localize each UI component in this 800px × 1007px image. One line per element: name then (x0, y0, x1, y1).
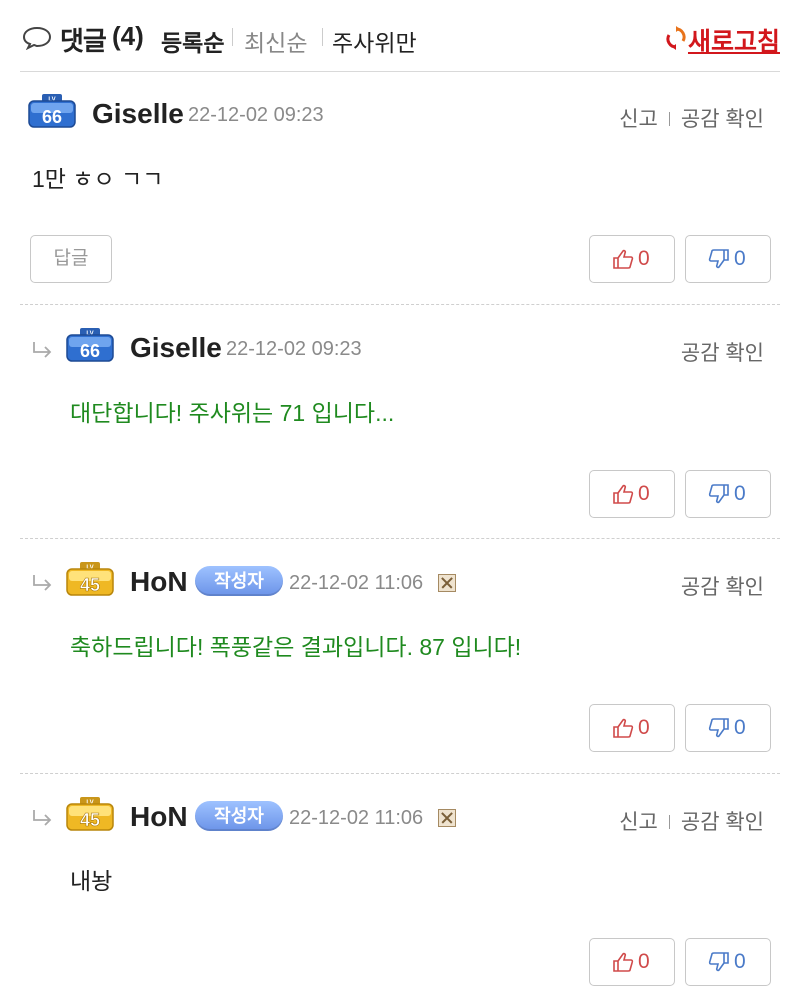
dislike-button[interactable]: 0 (685, 235, 771, 283)
thumbs-up-icon (613, 718, 634, 738)
comment-count: (4) (112, 21, 144, 51)
comment-author[interactable]: Giselle (130, 332, 222, 364)
reply-arrow-icon (33, 575, 52, 591)
comment-text: 대단합니다! 주사위는 71 입니다... (70, 400, 395, 426)
thumbs-up-icon (613, 952, 634, 972)
thumbs-up-icon (613, 484, 634, 504)
reply-item: LV 45 HoN 작성자 22-12-02 11:06 공감 확인 축하드립니… (20, 539, 780, 774)
sort-dice-only[interactable]: 주사위만 (332, 24, 417, 58)
thumbs-down-icon (708, 484, 729, 504)
like-button[interactable]: 0 (589, 938, 675, 986)
svg-text:45: 45 (80, 575, 100, 595)
sort-divider (322, 28, 323, 46)
refresh-icon[interactable] (666, 26, 686, 50)
comment-date: 22-12-02 09:23 (188, 104, 324, 126)
reply-arrow-icon (33, 810, 52, 826)
sort-by-latest[interactable]: 최신순 (244, 24, 307, 58)
empathy-check-link[interactable]: 공감 확인 (681, 108, 764, 131)
reply-item: LV 66 Giselle 22-12-02 09:23 공감 확인 대단합니다… (20, 305, 780, 539)
like-count: 0 (638, 716, 650, 739)
comment-header: 댓글 (4) 등록순 최신순 주사위만 새로고침 (20, 0, 780, 72)
reply-item: LV 45 HoN 작성자 22-12-02 11:06 신고 공감 확인 내놩 … (20, 774, 780, 1007)
comment-date: 22-12-02 11:06 (289, 807, 424, 829)
sort-by-registered[interactable]: 등록순 (161, 24, 224, 58)
delete-icon[interactable] (438, 809, 456, 827)
comment-actions: 공감 확인 (681, 571, 764, 601)
dislike-count: 0 (734, 482, 746, 505)
level-badge-icon: LV 45 (66, 562, 114, 596)
thumbs-down-icon (708, 952, 729, 972)
reply-button[interactable]: 답글 (30, 235, 112, 283)
thumbs-up-icon (613, 249, 634, 269)
svg-text:66: 66 (42, 107, 62, 127)
like-button[interactable]: 0 (589, 235, 675, 283)
comment-date: 22-12-02 11:06 (289, 572, 424, 594)
report-link[interactable]: 신고 (619, 108, 658, 131)
comment-date: 22-12-02 09:23 (226, 338, 362, 360)
speech-bubble-icon (22, 26, 52, 50)
empathy-check-link[interactable]: 공감 확인 (681, 576, 764, 599)
comment-text: 축하드립니다! 폭풍같은 결과입니다. 87 입니다! (70, 634, 522, 660)
empathy-check-link[interactable]: 공감 확인 (681, 811, 764, 834)
comment-actions: 신고 공감 확인 (619, 806, 764, 836)
dislike-count: 0 (734, 950, 746, 973)
thumbs-down-icon (708, 718, 729, 738)
comment-title: 댓글 (60, 26, 107, 56)
divider (668, 815, 670, 829)
svg-text:45: 45 (80, 810, 100, 830)
empathy-check-link[interactable]: 공감 확인 (681, 342, 764, 365)
thumbs-down-icon (708, 249, 729, 269)
refresh-button[interactable]: 새로고침 (688, 22, 780, 58)
dislike-count: 0 (734, 247, 746, 270)
level-badge-icon: LV 66 (28, 94, 76, 128)
divider (668, 112, 670, 126)
comment-author[interactable]: HoN (130, 566, 188, 598)
dislike-count: 0 (734, 716, 746, 739)
comment-author[interactable]: HoN (130, 801, 188, 833)
comment-text: 내놩 (70, 868, 113, 894)
svg-text:66: 66 (80, 341, 100, 361)
dislike-button[interactable]: 0 (685, 470, 771, 518)
dislike-button[interactable]: 0 (685, 704, 771, 752)
like-count: 0 (638, 247, 650, 270)
comment-actions: 신고 공감 확인 (619, 103, 764, 133)
sort-divider (232, 28, 233, 46)
delete-icon[interactable] (438, 574, 456, 592)
comment-text: 1만 ㅎㅇ ㄱㄱ (32, 166, 164, 192)
like-button[interactable]: 0 (589, 704, 675, 752)
dislike-button[interactable]: 0 (685, 938, 771, 986)
reply-arrow-icon (33, 342, 52, 358)
writer-badge: 작성자 (195, 566, 283, 596)
report-link[interactable]: 신고 (619, 811, 658, 834)
like-button[interactable]: 0 (589, 470, 675, 518)
level-badge-icon: LV 45 (66, 797, 114, 831)
level-badge-icon: LV 66 (66, 328, 114, 362)
like-count: 0 (638, 482, 650, 505)
comment-author[interactable]: Giselle (92, 98, 184, 130)
writer-badge: 작성자 (195, 801, 283, 831)
comment-item: LV 66 Giselle 22-12-02 09:23 신고 공감 확인 1만 … (20, 72, 780, 305)
comment-actions: 공감 확인 (681, 337, 764, 367)
like-count: 0 (638, 950, 650, 973)
